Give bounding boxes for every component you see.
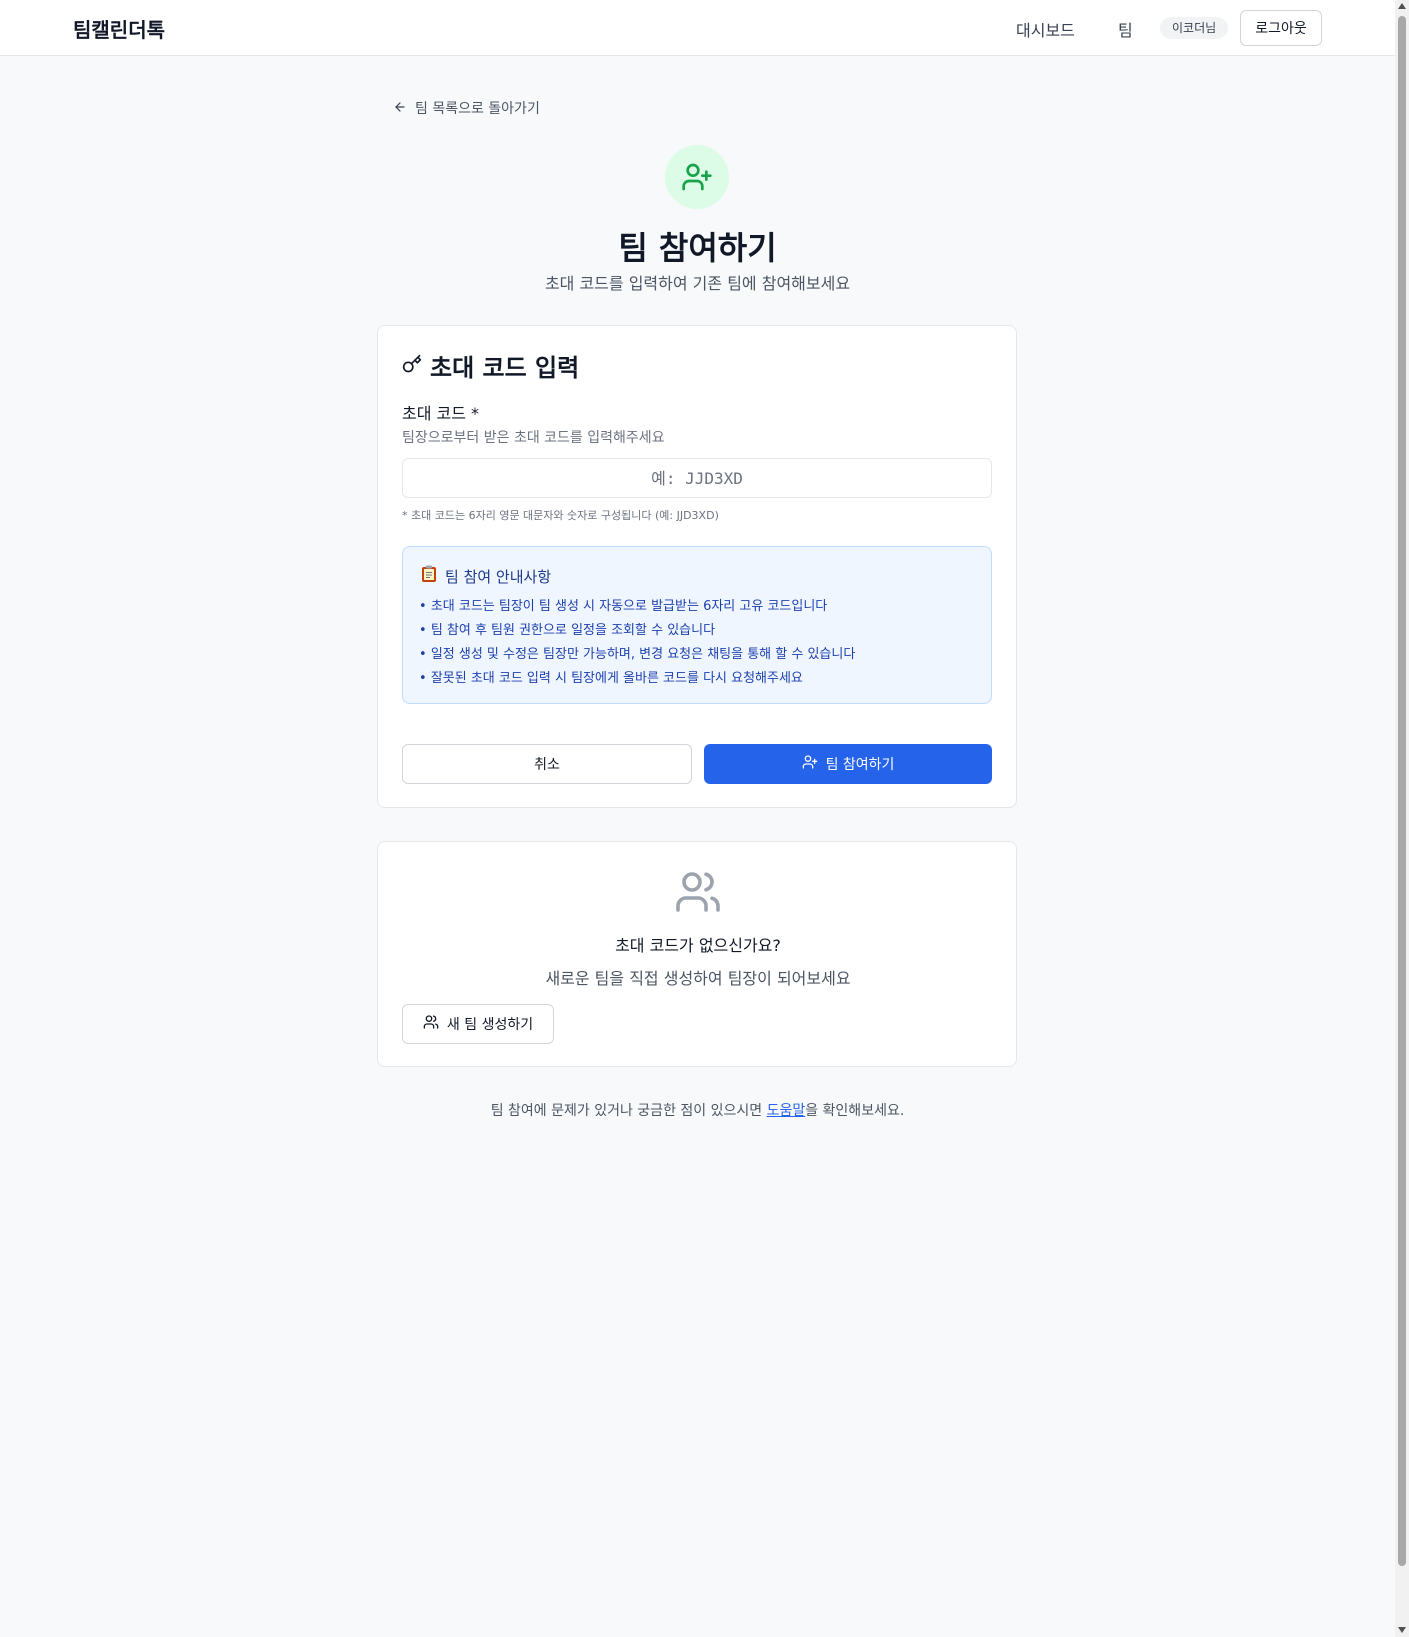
invite-code-note: * 초대 코드는 6자리 영문 대문자와 숫자로 구성됩니다 (예: JJD3X… xyxy=(402,509,719,522)
invite-code-input[interactable] xyxy=(402,458,992,498)
info-box-title: 팀 참여 안내사항 xyxy=(445,567,552,586)
footer-help-before: 팀 참여에 문제가 있거나 궁금한 점이 있으시면 xyxy=(490,1103,767,1119)
user-plus-icon xyxy=(802,754,818,774)
invite-card-title: 초대 코드 입력 xyxy=(430,354,580,382)
join-team-button-label: 팀 참여하기 xyxy=(825,757,895,773)
create-new-team-label: 새 팀 생성하기 xyxy=(446,1017,534,1033)
cancel-button[interactable]: 취소 xyxy=(402,744,692,784)
info-box-header: 팀 참여 안내사항 xyxy=(421,565,551,587)
nav-dashboard[interactable]: 대시보드 xyxy=(1016,17,1075,41)
key-icon xyxy=(402,354,422,378)
top-header: 팀캘린더톡 대시보드 팀 이코더님 로그아웃 xyxy=(0,0,1395,56)
info-list-item: 팀 참여 후 팀원 권한으로 일정을 조회할 수 있습니다 xyxy=(419,619,855,643)
clipboard-icon xyxy=(421,565,437,587)
invite-code-help: 팀장으로부터 받은 초대 코드를 입력해주세요 xyxy=(402,430,665,446)
page-subtitle: 초대 코드를 입력하여 기존 팀에 참여해보세요 xyxy=(544,274,851,293)
user-badge: 이코더님 xyxy=(1160,17,1229,39)
info-list-item: 초대 코드는 팀장이 팀 생성 시 자동으로 발급받는 6자리 고유 코드입니다 xyxy=(419,595,855,619)
no-code-card: 초대 코드가 없으신가요? 새로운 팀을 직접 생성하여 팀장이 되어보세요 새… xyxy=(377,841,1017,1067)
invite-code-label: 초대 코드 * xyxy=(402,404,480,423)
info-box: 팀 참여 안내사항 초대 코드는 팀장이 팀 생성 시 자동으로 발급받는 6자… xyxy=(402,546,992,704)
logout-button[interactable]: 로그아웃 xyxy=(1240,10,1322,46)
join-team-button[interactable]: 팀 참여하기 xyxy=(704,744,992,784)
footer-help-text: 팀 참여에 문제가 있거나 궁금한 점이 있으시면 도움말을 확인해보세요. xyxy=(0,1100,1395,1120)
info-list-item: 잘못된 초대 코드 입력 시 팀장에게 올바른 코드를 다시 요청해주세요 xyxy=(419,667,855,691)
footer-help-after: 을 확인해보세요. xyxy=(805,1103,905,1119)
invite-code-card: 초대 코드 입력 초대 코드 * 팀장으로부터 받은 초대 코드를 입력해주세요… xyxy=(377,325,1017,808)
users-icon xyxy=(423,1014,439,1034)
scroll-down-arrow-icon[interactable] xyxy=(1398,1627,1406,1633)
page: 팀캘린더톡 대시보드 팀 이코더님 로그아웃 팀 목록으로 돌아가기 팀 참여하… xyxy=(0,0,1395,1637)
brand-logo[interactable]: 팀캘린더톡 xyxy=(73,14,165,43)
help-link[interactable]: 도움말 xyxy=(767,1103,806,1119)
info-list-item: 일정 생성 및 수정은 팀장만 가능하며, 변경 요청은 채팅을 통해 할 수 … xyxy=(419,643,855,667)
create-new-team-button[interactable]: 새 팀 생성하기 xyxy=(402,1004,554,1044)
scrollbar-thumb[interactable] xyxy=(1398,16,1406,1566)
back-to-team-list-link[interactable]: 팀 목록으로 돌아가기 xyxy=(393,98,540,118)
nav-team[interactable]: 팀 xyxy=(1118,17,1133,41)
page-title: 팀 참여하기 xyxy=(618,229,777,267)
no-code-title: 초대 코드가 없으신가요? xyxy=(615,936,781,955)
info-list: 초대 코드는 팀장이 팀 생성 시 자동으로 발급받는 6자리 고유 코드입니다… xyxy=(419,595,855,691)
no-code-subtitle: 새로운 팀을 직접 생성하여 팀장이 되어보세요 xyxy=(545,969,851,988)
invite-card-header: 초대 코드 입력 xyxy=(402,348,579,383)
hero-user-plus-icon xyxy=(665,145,729,209)
users-icon xyxy=(674,868,722,920)
scroll-up-arrow-icon[interactable] xyxy=(1398,3,1406,9)
arrow-left-icon xyxy=(393,99,407,118)
back-link-label: 팀 목록으로 돌아가기 xyxy=(415,101,540,117)
vertical-scrollbar[interactable] xyxy=(1395,0,1409,1637)
